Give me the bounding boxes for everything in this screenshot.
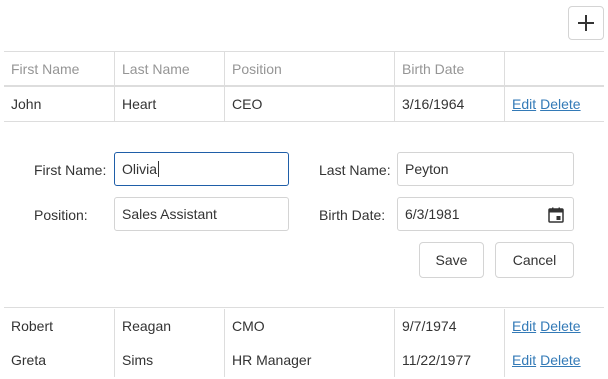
cell-last-name: Reagan (115, 309, 225, 343)
table-row: Robert Reagan CMO 9/7/1974 Edit Delete (4, 309, 604, 343)
last-name-value: Peyton (405, 161, 449, 177)
position-input[interactable]: Sales Assistant (114, 197, 289, 231)
birth-date-value: 6/3/1981 (405, 206, 460, 222)
grid-header-row: First Name Last Name Position Birth Date (4, 51, 604, 87)
edit-link[interactable]: Edit (512, 318, 536, 334)
cell-position: CMO (225, 309, 395, 343)
delete-link[interactable]: Delete (540, 318, 580, 334)
cell-actions: Edit Delete (505, 343, 604, 377)
data-grid-editor: First Name Last Name Position Birth Date… (0, 0, 608, 379)
first-name-value: Olivia (122, 161, 158, 177)
cell-last-name: Sims (115, 343, 225, 377)
cancel-button[interactable]: Cancel (495, 242, 574, 278)
column-header-actions (505, 52, 604, 85)
plus-icon (578, 15, 594, 31)
cell-first-name: Robert (4, 309, 115, 343)
cell-last-name: Heart (115, 87, 225, 121)
delete-link[interactable]: Delete (540, 352, 580, 368)
save-button[interactable]: Save (419, 242, 484, 278)
column-header-birth-date[interactable]: Birth Date (395, 52, 505, 85)
data-grid-continued: Robert Reagan CMO 9/7/1974 Edit Delete G… (4, 309, 604, 377)
cell-actions: Edit Delete (505, 87, 604, 121)
birth-date-input[interactable]: 6/3/1981 (397, 197, 574, 231)
column-header-position[interactable]: Position (225, 52, 395, 85)
cell-position: HR Manager (225, 343, 395, 377)
table-row: Greta Sims HR Manager 11/22/1977 Edit De… (4, 343, 604, 377)
first-name-label: First Name: (34, 162, 107, 178)
cell-actions: Edit Delete (505, 309, 604, 343)
position-value: Sales Assistant (122, 206, 217, 222)
edit-link[interactable]: Edit (512, 96, 536, 112)
cell-first-name: Greta (4, 343, 115, 377)
text-caret (158, 161, 160, 177)
cell-position: CEO (225, 87, 395, 121)
birth-date-label: Birth Date: (319, 207, 386, 223)
last-name-input[interactable]: Peyton (397, 152, 574, 186)
table-row: John Heart CEO 3/16/1964 Edit Delete (4, 87, 604, 122)
cell-birth-date: 3/16/1964 (395, 87, 505, 121)
calendar-icon[interactable] (548, 207, 564, 223)
position-label: Position: (34, 207, 88, 223)
column-header-first-name[interactable]: First Name (4, 52, 115, 85)
add-row-button[interactable] (568, 6, 604, 40)
row-edit-form: First Name: Olivia Last Name: Peyton Pos… (4, 122, 604, 308)
cell-birth-date: 9/7/1974 (395, 309, 505, 343)
column-header-last-name[interactable]: Last Name (115, 52, 225, 85)
data-grid: First Name Last Name Position Birth Date… (4, 51, 604, 122)
cell-birth-date: 11/22/1977 (395, 343, 505, 377)
last-name-label: Last Name: (319, 162, 391, 178)
first-name-input[interactable]: Olivia (114, 152, 289, 186)
delete-link[interactable]: Delete (540, 96, 580, 112)
edit-link[interactable]: Edit (512, 352, 536, 368)
cell-first-name: John (4, 87, 115, 121)
